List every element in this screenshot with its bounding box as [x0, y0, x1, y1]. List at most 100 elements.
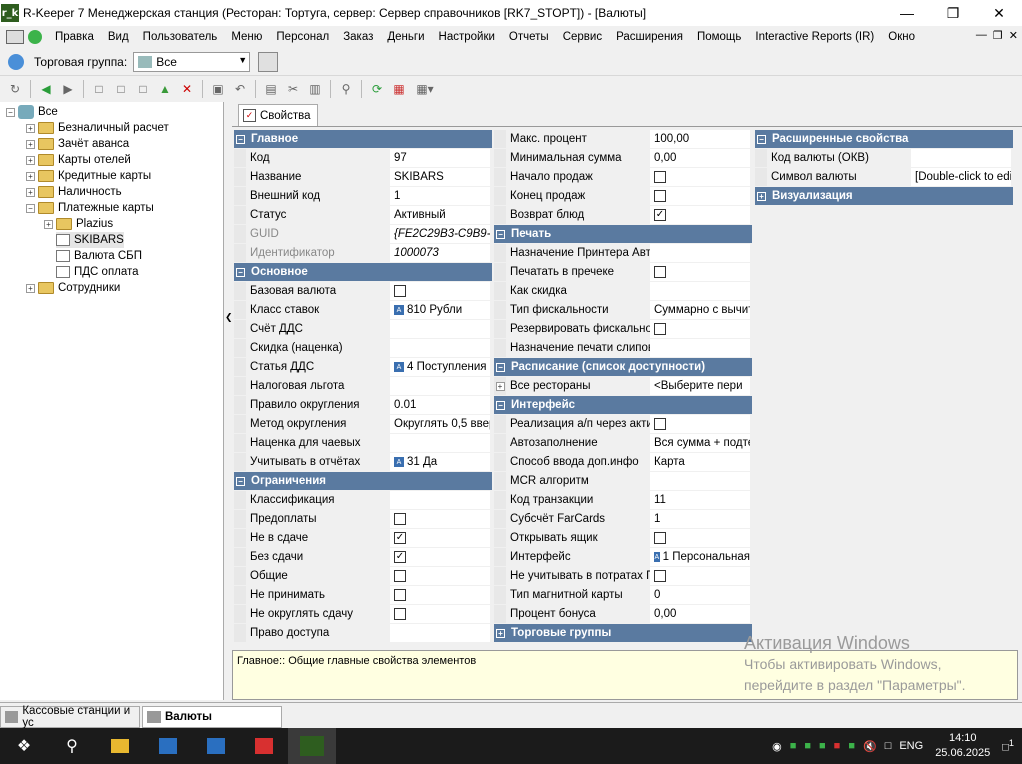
property-row[interactable]: Возврат блюд ✓	[494, 206, 752, 225]
collapse-icon[interactable]: −	[496, 229, 505, 239]
collapse-icon[interactable]: −	[236, 267, 245, 277]
property-row[interactable]: Код 97	[234, 149, 492, 168]
language-indicator[interactable]: ENG	[899, 740, 923, 752]
new-item-icon[interactable]: □	[90, 80, 108, 98]
menu-extensions[interactable]: Расширения	[609, 31, 690, 43]
system-menu-icon[interactable]	[6, 30, 24, 44]
tray-icon[interactable]: ■	[804, 740, 811, 752]
checkbox[interactable]: ✓	[654, 209, 666, 221]
collapse-icon[interactable]: −	[757, 134, 766, 144]
minimize-button[interactable]: —	[884, 0, 930, 26]
property-value[interactable]: 11	[650, 491, 750, 509]
property-row[interactable]: Без сдачи ✓	[234, 548, 492, 567]
property-value[interactable]: Карта	[650, 453, 750, 471]
property-value[interactable]: 4 Поступления	[407, 361, 486, 373]
property-row[interactable]: Предоплаты	[234, 510, 492, 529]
checkbox[interactable]	[654, 418, 666, 430]
refresh-icon[interactable]: ↻	[6, 80, 24, 98]
expand-icon[interactable]: +	[757, 191, 766, 201]
tree-item[interactable]: − Платежные карты	[26, 200, 154, 216]
property-row[interactable]: Способ ввода доп.инфо Карта	[494, 453, 752, 472]
property-row[interactable]: Назначение печати слипов	[494, 339, 752, 358]
property-row[interactable]: Не принимать	[234, 586, 492, 605]
tray-icon[interactable]: ■	[790, 740, 797, 752]
menu-view[interactable]: Вид	[101, 31, 136, 43]
tree-item[interactable]: + Plazius	[44, 216, 113, 232]
property-row[interactable]: Статья ДДС A 4 Поступления	[234, 358, 492, 377]
expand-icon[interactable]: +	[26, 283, 35, 293]
menu-help[interactable]: Помощь	[690, 31, 748, 43]
property-value[interactable]: 1	[650, 510, 750, 528]
property-row[interactable]: Наценка для чаевых	[234, 434, 492, 453]
property-row[interactable]: Не округлять сдачу	[234, 605, 492, 624]
paste-icon[interactable]: ▥	[306, 80, 324, 98]
checkbox[interactable]	[394, 608, 406, 620]
property-row[interactable]: Печатать в пречеке	[494, 263, 752, 282]
property-row[interactable]: Интерфейс A 1 Персональная	[494, 548, 752, 567]
property-value[interactable]: Округлять 0,5 вверх	[390, 415, 490, 433]
property-value[interactable]: 31 Да	[407, 456, 437, 468]
property-row[interactable]: Скидка (наценка)	[234, 339, 492, 358]
window-tab-currencies[interactable]: Валюты	[142, 706, 282, 728]
property-value[interactable]	[390, 320, 490, 338]
volume-muted-icon[interactable]: 🔇	[863, 740, 877, 753]
property-row[interactable]: Как скидка	[494, 282, 752, 301]
mdi-close-button[interactable]: ✕	[1009, 29, 1018, 42]
property-value[interactable]: 97	[390, 149, 490, 167]
tree-item[interactable]: Валюта СБП	[56, 248, 142, 264]
property-row[interactable]: Счёт ДДС	[234, 320, 492, 339]
rkeeper-taskbar-icon[interactable]	[288, 728, 336, 764]
checkbox[interactable]	[654, 323, 666, 335]
expand-icon[interactable]: +	[26, 155, 35, 165]
checkbox[interactable]	[394, 570, 406, 582]
property-row[interactable]: Название SKIBARS	[234, 168, 492, 187]
tab-properties[interactable]: ✓ Свойства	[238, 104, 318, 126]
property-row[interactable]: Открывать ящик	[494, 529, 752, 548]
property-value[interactable]	[650, 339, 750, 357]
expand-icon[interactable]: +	[26, 187, 35, 197]
menu-personnel[interactable]: Персонал	[269, 31, 336, 43]
property-value[interactable]	[390, 624, 490, 642]
checkbox[interactable]	[654, 190, 666, 202]
property-row[interactable]: Минимальная сумма 0,00	[494, 149, 752, 168]
property-value[interactable]: 0,00	[650, 605, 750, 623]
expand-icon[interactable]: +	[495, 381, 505, 391]
checkbox[interactable]: ✓	[394, 551, 406, 563]
property-row[interactable]: Правило округления 0.01	[234, 396, 492, 415]
collapse-icon[interactable]: −	[26, 203, 35, 213]
checkbox[interactable]	[654, 171, 666, 183]
tree-item-selected[interactable]: SKIBARS	[56, 232, 124, 248]
collapse-icon[interactable]: −	[496, 400, 505, 410]
app-icon-2[interactable]	[192, 728, 240, 764]
property-row[interactable]: Базовая валюта	[234, 282, 492, 301]
expand-icon[interactable]: +	[26, 123, 35, 133]
section-header[interactable]: − Ограничения	[234, 472, 492, 491]
section-header[interactable]: − Главное	[234, 130, 492, 149]
collapse-icon[interactable]: −	[6, 107, 15, 117]
property-row[interactable]: Тип фискальности Суммарно с вычитом	[494, 301, 752, 320]
property-row[interactable]: Код транзакции 11	[494, 491, 752, 510]
new-folder-icon[interactable]: □	[112, 80, 130, 98]
menu-user[interactable]: Пользователь	[136, 31, 225, 43]
tree-item[interactable]: + Сотрудники	[26, 280, 120, 296]
property-value[interactable]	[650, 244, 750, 262]
menu-settings[interactable]: Настройки	[432, 31, 502, 43]
property-value[interactable]: Активный	[390, 206, 490, 224]
trade-group-select[interactable]: Все ▼	[133, 51, 251, 72]
window-tab-cash-stations[interactable]: Кассовые станции и ус	[0, 705, 140, 729]
property-value[interactable]	[390, 339, 490, 357]
property-value[interactable]: <Выберите пери	[650, 377, 750, 395]
property-value[interactable]	[390, 377, 490, 395]
property-value[interactable]	[390, 491, 490, 509]
expand-icon[interactable]: +	[26, 139, 35, 149]
menu-interactive-reports[interactable]: Interactive Reports (IR)	[748, 31, 881, 43]
tray-icon[interactable]: ■	[848, 740, 855, 752]
property-value[interactable]: 0	[650, 586, 750, 604]
checkbox[interactable]	[394, 589, 406, 601]
search-icon[interactable]: ⚲	[48, 728, 96, 764]
menu-edit[interactable]: Правка	[48, 31, 101, 43]
mdi-restore-button[interactable]: ❐	[993, 29, 1003, 42]
save-icon[interactable]: ▣	[209, 80, 227, 98]
back-icon[interactable]: ◀	[37, 80, 55, 98]
property-row[interactable]: + Все рестораны <Выберите пери	[494, 377, 752, 396]
